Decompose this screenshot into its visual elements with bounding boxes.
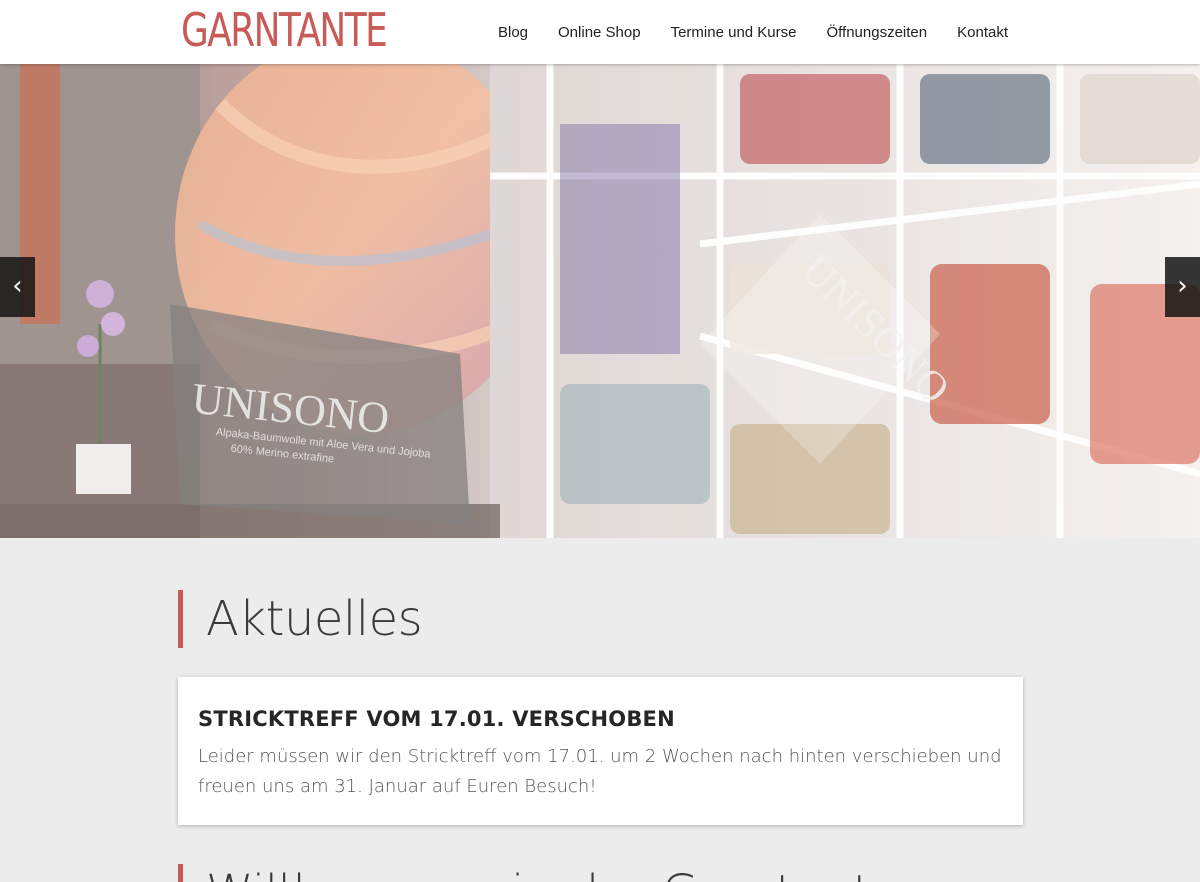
slider-prev-button[interactable]: ‹ (0, 257, 35, 317)
chevron-left-icon: ‹ (12, 271, 23, 301)
nav-kontakt[interactable]: Kontakt (957, 24, 1008, 41)
nav-oeffnungszeiten[interactable]: Öffnungszeiten (826, 24, 927, 41)
news-card-title[interactable]: STRICKTREFF VOM 17.01. VERSCHOBEN (198, 707, 1003, 731)
nav-blog[interactable]: Blog (498, 24, 528, 41)
main-nav: Blog Online Shop Termine und Kurse Öffnu… (468, 0, 1008, 64)
hero-image: UNISONO Alpaka-Baumwolle mit Aloe Vera u… (0, 64, 1200, 538)
slider-next-button[interactable]: › (1165, 257, 1200, 317)
news-card: STRICKTREFF VOM 17.01. VERSCHOBEN Leider… (178, 677, 1023, 825)
news-card-text: Leider müssen wir den Stricktreff vom 17… (198, 746, 1002, 797)
section-title-welcome: Willkommen in der Garntante (178, 864, 901, 882)
nav-termine-und-kurse[interactable]: Termine und Kurse (671, 24, 797, 41)
hero-slider: UNISONO Alpaka-Baumwolle mit Aloe Vera u… (0, 64, 1200, 538)
nav-online-shop[interactable]: Online Shop (558, 24, 641, 41)
site-logo[interactable]: GARNTANTE (181, 0, 388, 60)
chevron-right-icon: › (1177, 271, 1188, 301)
section-title-news: Aktuelles (178, 590, 423, 648)
site-header: GARNTANTE Blog Online Shop Termine und K… (0, 0, 1200, 64)
